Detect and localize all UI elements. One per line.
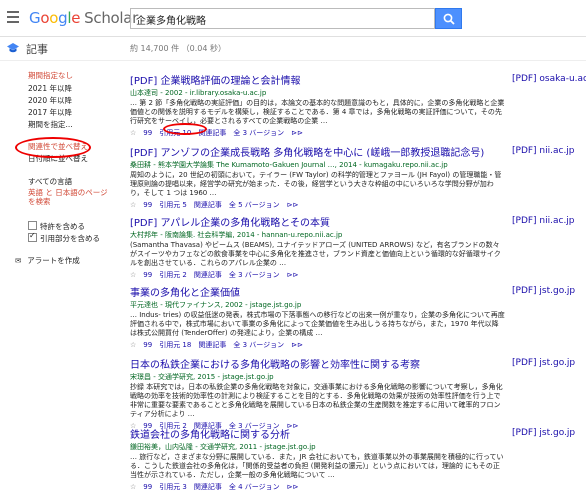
result-title[interactable]: 日本の私鉄企業における多角化戦略の影響と効率性に関する考察 [130, 356, 505, 371]
cite-icon[interactable]: 99 [143, 201, 152, 209]
versions-link[interactable]: 全 3 バージョン [233, 129, 284, 137]
fulltext-link[interactable]: [PDF] nii.ac.jp [512, 146, 575, 156]
include-citations-label: 引用部分を含める [40, 234, 100, 243]
result-meta: 山本達司 - 2002 - ir.library.osaka-u.ac.jp [130, 89, 267, 97]
result-snippet: 抄録 本研究では，日本の私鉄企業の多角化戦略を対象に，交通事業における多角化戦略… [130, 383, 503, 418]
time-2017[interactable]: 2017 年以降 [28, 107, 72, 118]
include-patents-label: 特許を含める [40, 222, 85, 231]
time-custom[interactable]: 期間を指定... [28, 119, 73, 130]
cited-by-link[interactable]: 引用元 3 [159, 483, 187, 491]
graduation-cap-icon [7, 43, 19, 53]
cited-by-link[interactable]: 引用元 2 [159, 271, 187, 279]
highlight-circle [15, 137, 91, 158]
result-item: 日本の私鉄企業における多角化戦略の影響と効率性に関する考察 宋璟昌 - 交通学研… [130, 356, 505, 431]
checkbox-checked-icon [28, 231, 37, 242]
include-citations-checkbox[interactable]: 引用部分を含める [28, 231, 100, 244]
menu-icon[interactable] [7, 11, 19, 26]
fulltext-link[interactable]: [PDF] jst.go.jp [512, 428, 575, 438]
result-item: 事業の多角化と企業価値 平元達也 - 現代ファイナンス, 2002 - jsta… [130, 284, 505, 350]
result-item: [PDF] アパレル企業の多角化戦略とその本質 大村邦年 - 阪南論集. 社会科… [130, 214, 505, 280]
result-actions: ☆ 99 引用元 3 関連記事全 4 バージョン ⊳⊳ [130, 482, 505, 492]
result-count: 約 14,700 件 （0.04 秒） [130, 44, 226, 53]
search-input[interactable]: 企業多角化戦略 [130, 8, 435, 29]
more-icon[interactable]: ⊳⊳ [287, 271, 299, 279]
create-alert[interactable]: ✉ アラートを作成 [15, 255, 80, 266]
time-2020[interactable]: 2020 年以降 [28, 95, 72, 106]
more-icon[interactable]: ⊳⊳ [287, 201, 299, 209]
cite-icon[interactable]: 99 [143, 271, 152, 279]
time-2021[interactable]: 2021 年以降 [28, 83, 72, 94]
more-icon[interactable]: ⊳⊳ [287, 483, 299, 491]
cited-by-link[interactable]: 引用元 5 [159, 201, 187, 209]
related-link[interactable]: 関連記事 [194, 201, 222, 209]
save-star-icon[interactable]: ☆ [130, 271, 136, 279]
results-header: 記事 約 14,700 件 （0.04 秒） [0, 37, 586, 61]
time-any[interactable]: 期間指定なし [28, 70, 73, 81]
result-snippet: … Indus- tries) の収益低迷の発表，株式市場の下落事態への移行など… [130, 311, 505, 337]
result-snippet: … 旅行など，さまざまな分野に展開している．また，JR 会社においても，鉄道事業… [130, 453, 504, 479]
result-snippet: (Samantha Thavasa) やビームス (BEAMS), ユナイテッド… [130, 241, 501, 267]
cite-icon[interactable]: 99 [143, 341, 152, 349]
result-item: [PDF] アンゾフの企業成長戦略 多角化戦略を中心に (嵯峨一郎教授退職記念号… [130, 144, 505, 210]
google-scholar-logo[interactable]: Google Scholar [29, 9, 138, 27]
search-button[interactable] [435, 8, 462, 29]
versions-link[interactable]: 全 5 バージョン [229, 201, 280, 209]
result-title[interactable]: 事業の多角化と企業価値 [130, 284, 505, 299]
result-meta: 桑田耕 - 熊本学園大学論集 The Kumamoto-Gakuen Journ… [130, 161, 448, 169]
save-star-icon[interactable]: ☆ [130, 341, 136, 349]
fulltext-link[interactable]: [PDF] jst.go.jp [512, 358, 575, 368]
fulltext-link[interactable]: [PDF] osaka-u.ac.jp [512, 74, 586, 84]
fulltext-link[interactable]: [PDF] jst.go.jp [512, 286, 575, 296]
include-patents-checkbox[interactable]: 特許を含める [28, 221, 85, 232]
result-snippet: 周知のように，20 世紀の初頭において，テイラー (FW Taylor) の科学… [130, 171, 502, 197]
cited-by-link[interactable]: 引用元 18 [159, 341, 191, 349]
lang-all[interactable]: すべての言語 [28, 176, 72, 187]
lang-en-ja[interactable]: 英語 と 日本語のページを検索 [28, 188, 108, 206]
save-star-icon[interactable]: ☆ [130, 201, 136, 209]
result-meta: 大村邦年 - 阪南論集. 社会科学編, 2014 - hannan-u.repo… [130, 231, 343, 239]
result-title[interactable]: [PDF] アンゾフの企業成長戦略 多角化戦略を中心に (嵯峨一郎教授退職記念号… [130, 144, 505, 159]
save-star-icon[interactable]: ☆ [130, 483, 136, 491]
more-icon[interactable]: ⊳⊳ [291, 129, 303, 137]
top-bar: Google Scholar 企業多角化戦略 [0, 0, 586, 37]
result-meta: 鎌田裕美，山内弘隆 - 交通学研究, 2011 - jstage.jst.go.… [130, 443, 316, 451]
cite-icon[interactable]: 99 [143, 483, 152, 491]
versions-link[interactable]: 全 3 バージョン [229, 271, 280, 279]
versions-link[interactable]: 全 3 バージョン [233, 341, 284, 349]
cite-icon[interactable]: 99 [143, 129, 152, 137]
checkbox-icon [28, 221, 37, 230]
result-meta: 平元達也 - 現代ファイナンス, 2002 - jstage.jst.go.jp [130, 301, 302, 309]
related-link[interactable]: 関連記事 [194, 271, 222, 279]
result-actions: ☆ 99 引用元 2 関連記事全 3 バージョン ⊳⊳ [130, 270, 505, 280]
related-link[interactable]: 関連記事 [194, 483, 222, 491]
related-link[interactable]: 関連記事 [198, 341, 226, 349]
envelope-icon: ✉ [15, 256, 22, 265]
more-icon[interactable]: ⊳⊳ [291, 341, 303, 349]
result-actions: ☆ 99 引用元 5 関連記事全 5 バージョン ⊳⊳ [130, 200, 505, 210]
result-meta: 宋璟昌 - 交通学研究, 2015 - jstage.jst.go.jp [130, 373, 274, 381]
highlight-circle [163, 123, 207, 135]
section-title: 記事 [26, 43, 48, 56]
result-item: 鉄道会社の多角化戦略に関する分析 鎌田裕美，山内弘隆 - 交通学研究, 2011… [130, 426, 505, 492]
result-title[interactable]: [PDF] アパレル企業の多角化戦略とその本質 [130, 214, 505, 229]
save-star-icon[interactable]: ☆ [130, 129, 136, 137]
result-title[interactable]: 鉄道会社の多角化戦略に関する分析 [130, 426, 505, 441]
create-alert-label: アラートを作成 [27, 256, 80, 265]
search-icon [443, 13, 455, 25]
versions-link[interactable]: 全 4 バージョン [229, 483, 280, 491]
result-title[interactable]: [PDF] 企業戦略評価の理論と会計情報 [130, 72, 505, 87]
result-actions: ☆ 99 引用元 18 関連記事全 3 バージョン ⊳⊳ [130, 340, 505, 350]
result-snippet: … 第 2 節「多角化戦略の実証評価」の目的は，本論文の基本的な問題意識のもと，… [130, 99, 505, 125]
fulltext-link[interactable]: [PDF] nii.ac.jp [512, 216, 575, 226]
